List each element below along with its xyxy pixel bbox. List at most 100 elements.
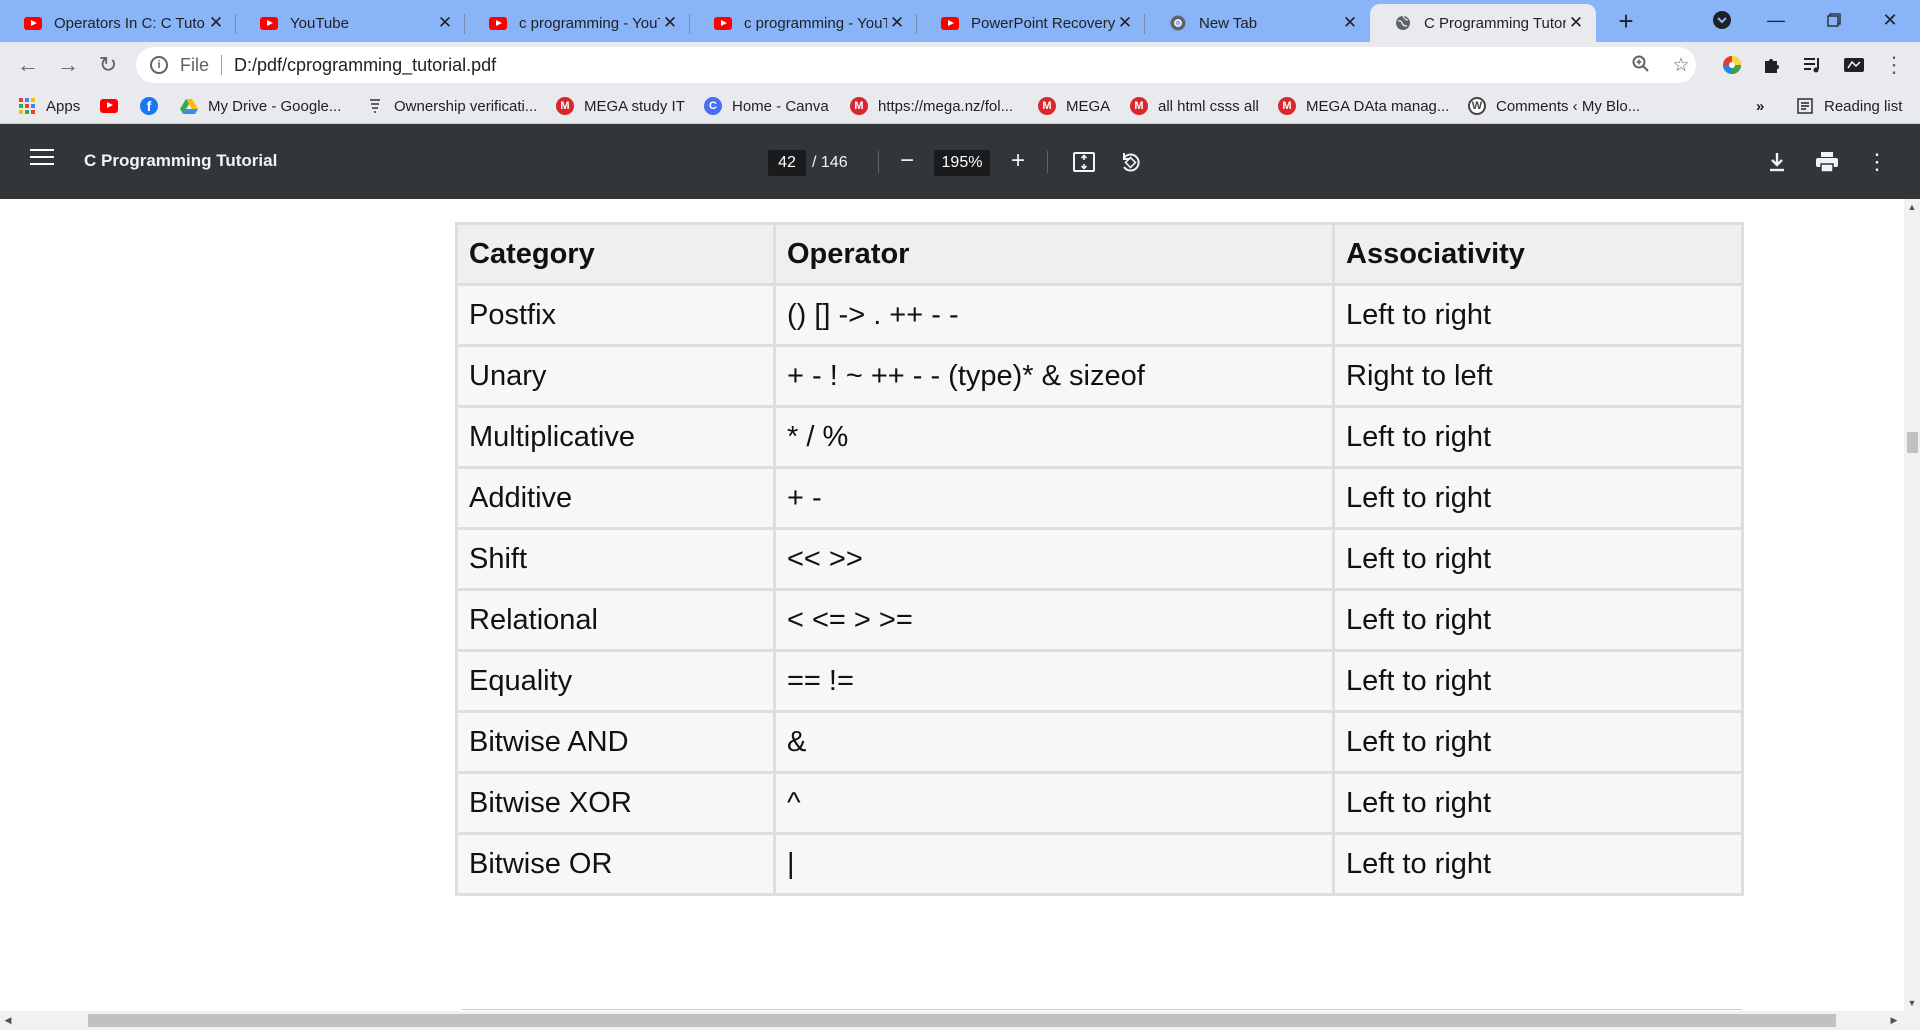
page-number-input[interactable]: 42	[768, 150, 806, 176]
restore-button[interactable]	[1814, 4, 1854, 36]
browser-tab[interactable]: YouTube ✕	[236, 4, 465, 42]
bookmark-label: Ownership verificati...	[394, 97, 538, 115]
address-url[interactable]: D:/pdf/cprogramming_tutorial.pdf	[234, 55, 496, 76]
zoom-level-input[interactable]: 195%	[934, 150, 990, 176]
horizontal-scroll-thumb[interactable]	[88, 1014, 1836, 1027]
close-icon[interactable]: ✕	[1340, 13, 1360, 33]
bookmark-item[interactable]: M MEGA study IT	[556, 96, 685, 116]
cell-operator: &	[773, 710, 1335, 774]
bookmark-star-icon[interactable]: ☆	[1670, 55, 1692, 77]
close-icon[interactable]: ✕	[887, 13, 907, 33]
reload-button[interactable]: ↻	[92, 49, 124, 81]
cell-operator: |	[773, 832, 1335, 896]
tab-title: New Tab	[1199, 14, 1258, 32]
forward-button[interactable]: →	[52, 49, 84, 81]
table-header-row: Category Operator Associativity	[455, 222, 1744, 286]
facebook-icon: f	[140, 97, 158, 115]
scroll-up-arrow-icon[interactable]: ▲	[1904, 199, 1920, 215]
new-tab-button[interactable]: +	[1612, 8, 1640, 36]
cell-associativity: Left to right	[1332, 710, 1744, 774]
pdf-menu-button[interactable]	[30, 149, 54, 169]
bookmark-item[interactable]: Ownership verificati...	[366, 96, 537, 116]
browser-tab[interactable]: New Tab ✕	[1145, 4, 1370, 42]
close-icon[interactable]: ✕	[1566, 13, 1586, 33]
youtube-icon	[941, 14, 959, 32]
pdf-document-area[interactable]: Category Operator Associativity Postfix(…	[0, 199, 1904, 1011]
bookmark-item[interactable]: M MEGA DAta manag...	[1278, 96, 1449, 116]
fit-page-button[interactable]	[1070, 148, 1098, 176]
info-icon[interactable]: i	[150, 56, 168, 74]
color-wheel-icon	[1723, 56, 1741, 74]
table-row: Bitwise AND & Left to right	[455, 710, 1744, 774]
mega-icon: M	[850, 97, 868, 115]
browser-tab[interactable]: PowerPoint Recovery | ✕	[917, 4, 1145, 42]
cell-associativity: Left to right	[1332, 405, 1744, 469]
media-control-button[interactable]	[1796, 49, 1828, 81]
bookmark-label: https://mega.nz/fol...	[878, 97, 1014, 115]
print-button[interactable]	[1813, 148, 1841, 176]
extensions-button[interactable]	[1756, 49, 1788, 81]
rotate-button[interactable]	[1116, 148, 1144, 176]
tab-title: c programming - YouT	[744, 14, 887, 32]
close-window-button[interactable]: ✕	[1870, 4, 1910, 36]
zoom-icon[interactable]	[1630, 55, 1652, 77]
cell-associativity: Left to right	[1332, 832, 1744, 896]
zoom-in-button[interactable]: +	[1003, 146, 1033, 176]
bookmark-item[interactable]: W Comments ‹ My Blo...	[1468, 96, 1640, 116]
bookmark-item[interactable]: My Drive - Google...	[180, 96, 341, 116]
mega-icon: M	[556, 97, 574, 115]
close-icon[interactable]: ✕	[660, 13, 680, 33]
chrome-menu-button[interactable]: ⋮	[1878, 49, 1910, 81]
bookmarks-overflow-button[interactable]: »	[1756, 96, 1764, 116]
cell-operator: * / %	[773, 405, 1335, 469]
bookmark-item[interactable]: M MEGA	[1038, 96, 1110, 116]
vertical-scroll-thumb[interactable]	[1907, 432, 1918, 453]
print-icon	[1816, 152, 1838, 173]
bookmark-item[interactable]: f	[140, 96, 168, 116]
bookmark-item[interactable]: Mall html csss all	[1130, 96, 1259, 116]
youtube-icon	[260, 14, 278, 32]
cell-associativity: Right to left	[1332, 344, 1744, 408]
ownership-icon	[366, 97, 384, 115]
download-button[interactable]	[1763, 148, 1791, 176]
cell-category: Bitwise OR	[455, 832, 776, 896]
back-button[interactable]: ←	[12, 49, 44, 81]
horizontal-scrollbar[interactable]: ◀ ▶	[0, 1011, 1920, 1030]
close-icon[interactable]: ✕	[1115, 13, 1135, 33]
vertical-scrollbar[interactable]: ▲ ▼	[1904, 199, 1920, 1011]
zoom-out-button[interactable]: −	[892, 146, 922, 176]
google-drive-icon	[180, 97, 198, 115]
minimize-button[interactable]: —	[1756, 4, 1796, 36]
extension-button[interactable]	[1838, 49, 1870, 81]
browser-tab[interactable]: c programming - YouT ✕	[690, 4, 917, 42]
scroll-down-arrow-icon[interactable]: ▼	[1904, 995, 1920, 1011]
toolbar-divider	[1047, 151, 1048, 173]
playlist-icon	[1804, 58, 1819, 73]
restore-icon	[1827, 13, 1841, 27]
pdf-more-button[interactable]: ⋮	[1863, 148, 1891, 176]
table-row: Equality == != Left to right	[455, 649, 1744, 713]
browser-tab[interactable]: c programming - YouT ✕	[465, 4, 690, 42]
close-icon[interactable]: ✕	[435, 13, 455, 33]
cell-associativity: Left to right	[1332, 527, 1744, 591]
scroll-left-arrow-icon[interactable]: ◀	[0, 1011, 16, 1030]
header-associativity: Associativity	[1332, 222, 1744, 286]
pdf-title: C Programming Tutorial	[84, 151, 278, 170]
browser-tab[interactable]: Operators In C: C Tuto ✕	[0, 4, 236, 42]
header-operator: Operator	[773, 222, 1335, 286]
youtube-icon	[24, 14, 42, 32]
tab-title: c programming - YouT	[519, 14, 660, 32]
page-rule	[462, 1009, 1742, 1010]
browser-tab[interactable]: C Programming Tutor ✕	[1370, 4, 1596, 42]
address-bar[interactable]: i File D:/pdf/cprogramming_tutorial.pdf …	[136, 47, 1696, 83]
tab-search-button[interactable]	[1702, 4, 1742, 36]
bookmark-item[interactable]: Mhttps://mega.nz/fol...	[850, 96, 1013, 116]
reading-list-button[interactable]: Reading list	[1796, 96, 1902, 116]
cell-category: Bitwise AND	[455, 710, 776, 774]
bookmark-item[interactable]	[100, 96, 128, 116]
close-icon[interactable]: ✕	[206, 13, 226, 33]
scroll-right-arrow-icon[interactable]: ▶	[1886, 1011, 1902, 1030]
bookmark-item[interactable]: C Home - Canva	[704, 96, 829, 116]
color-extension-button[interactable]	[1716, 49, 1748, 81]
bookmark-item[interactable]: Apps	[18, 96, 80, 116]
